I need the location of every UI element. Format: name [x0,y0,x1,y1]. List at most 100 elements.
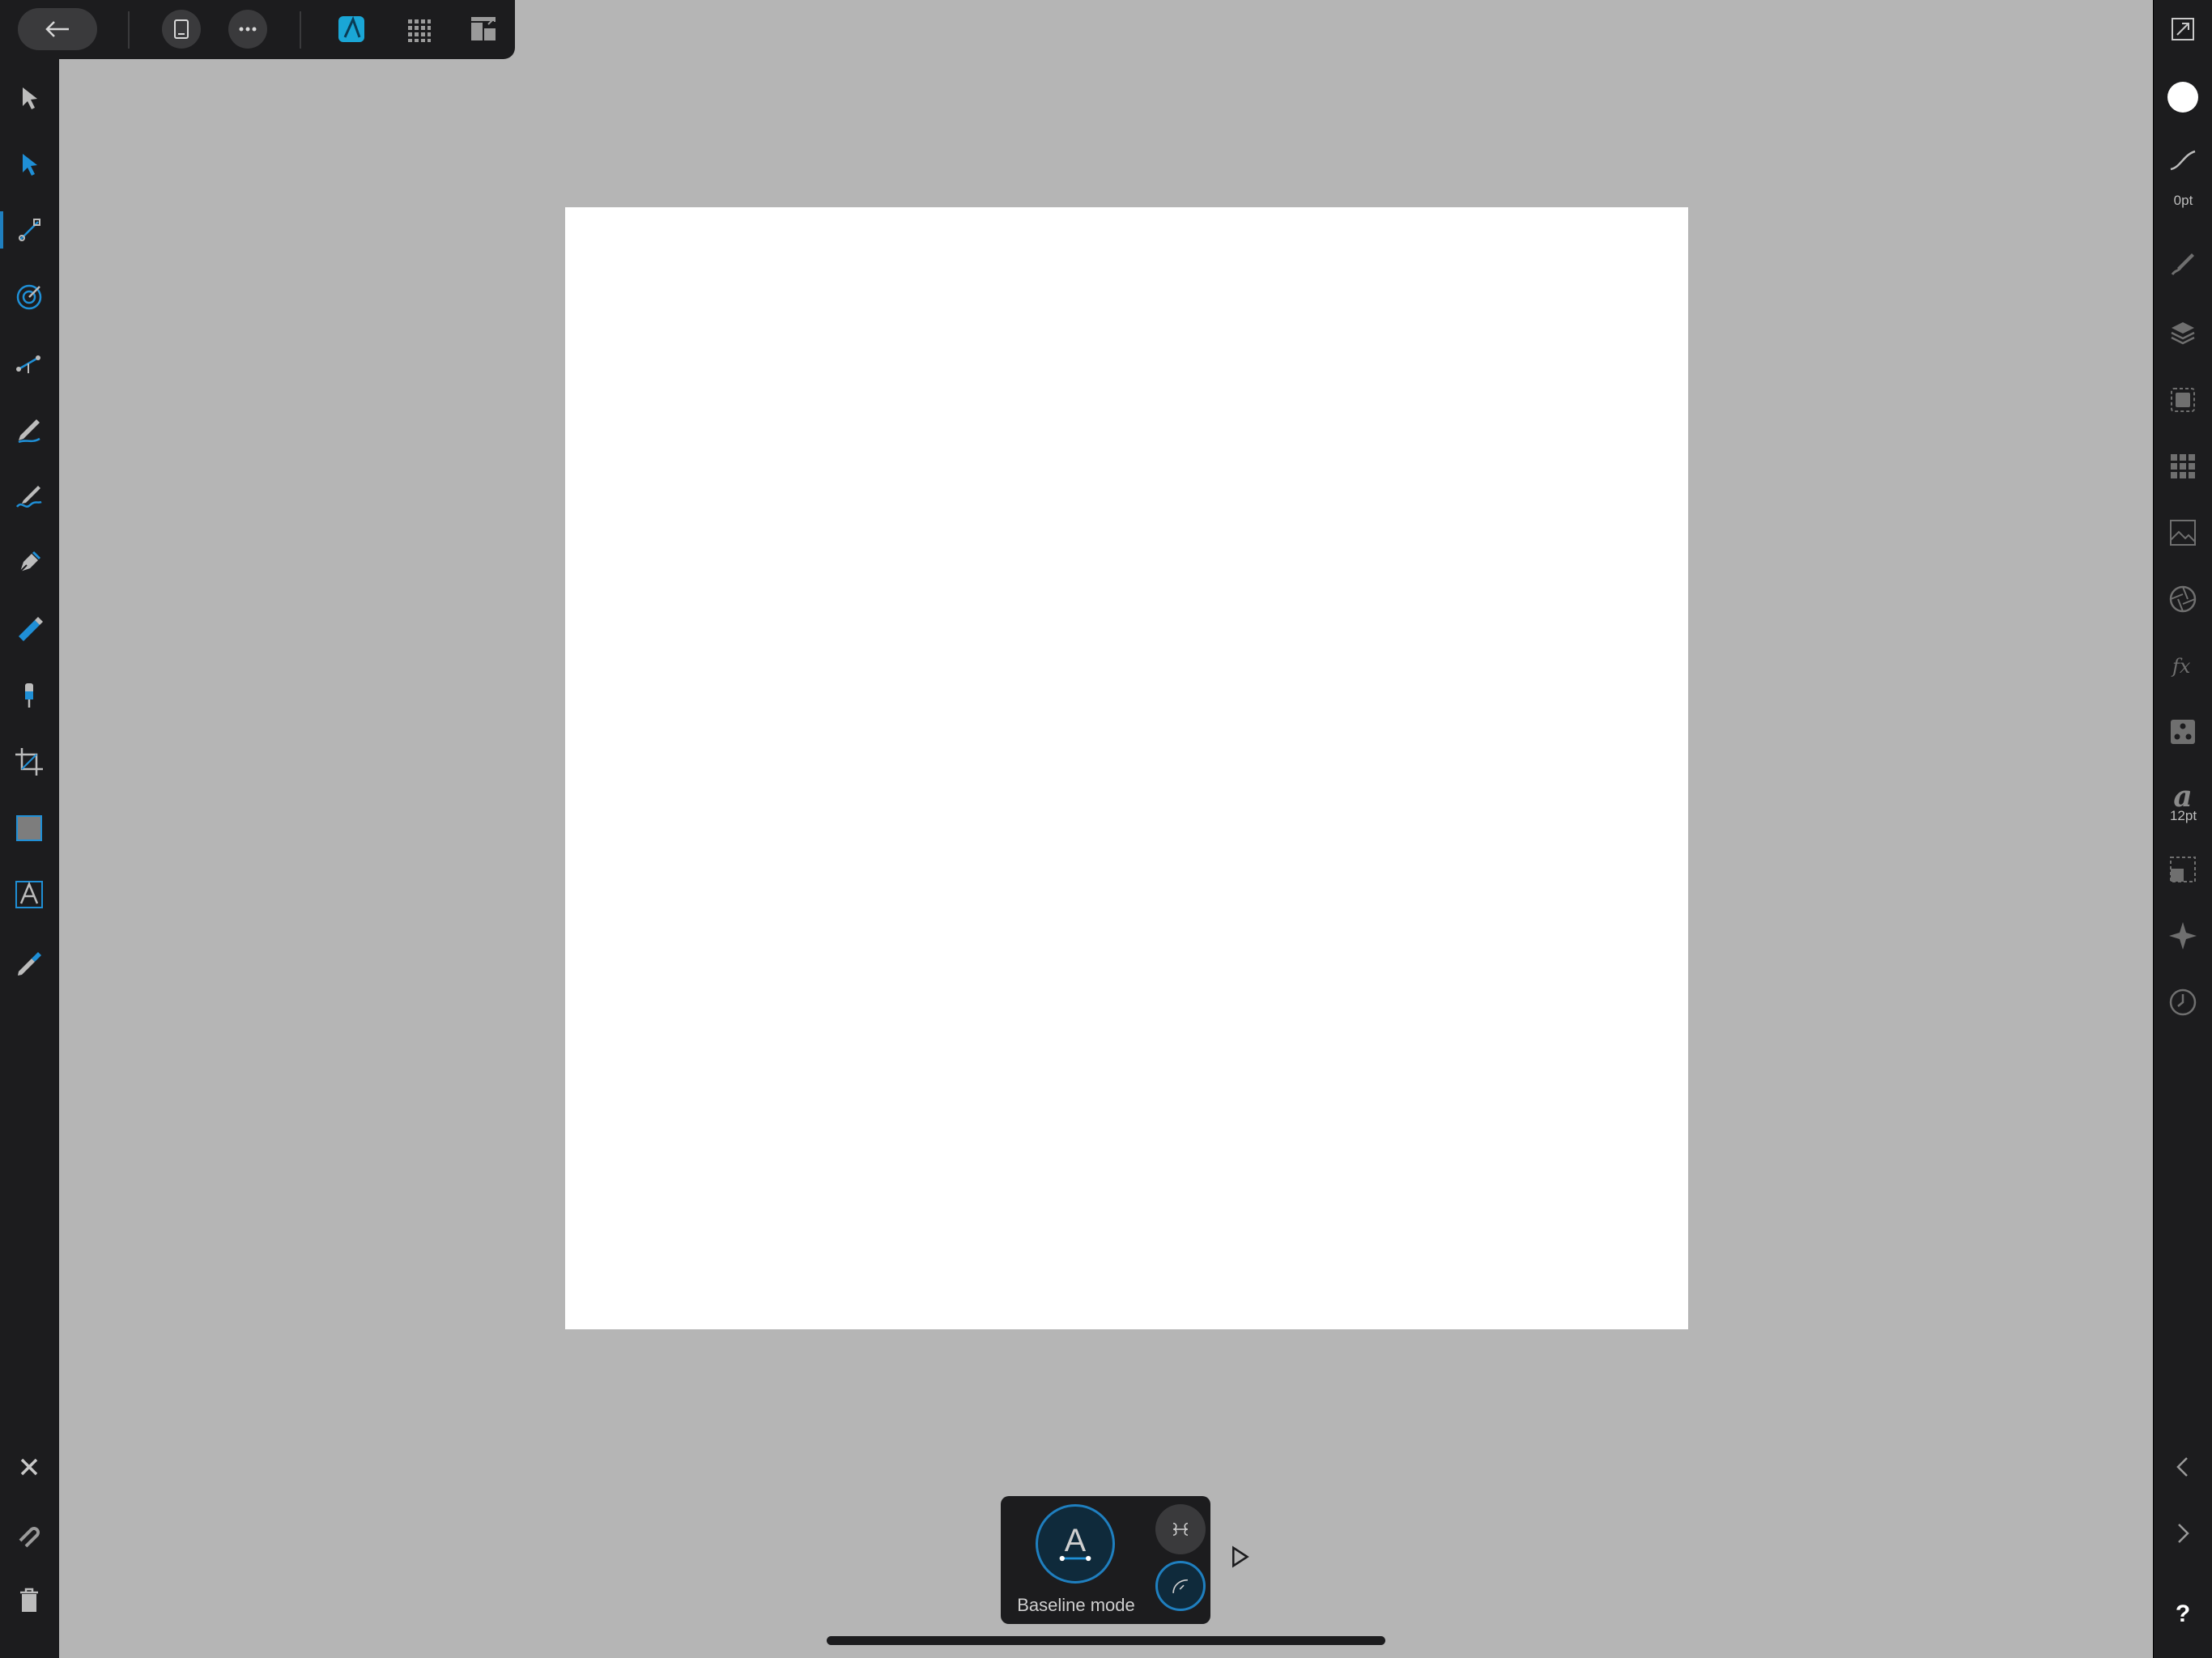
stroke-button[interactable] [2162,139,2204,181]
artistic-text-tool[interactable] [8,874,50,916]
snapping-icon [19,1527,40,1548]
context-toolbar: A Baseline mode [1001,1496,1210,1624]
brushes-button[interactable] [2162,243,2204,285]
corner-tool-icon [19,219,40,241]
brush-icon [2171,253,2194,275]
studio-panel: 0pt fx a 12pt ? [2153,0,2212,1658]
chevron-right-icon [2178,1524,2189,1543]
fill-color-well[interactable] [2162,76,2204,118]
fill-tool[interactable] [8,608,50,650]
image-icon [2170,520,2196,546]
close-button[interactable] [8,1446,50,1488]
history-icon [2169,988,2197,1016]
navigator-button[interactable] [2162,915,2204,957]
pixel-persona-button[interactable] [394,6,441,53]
node-tool-icon [23,154,37,176]
adjustments-button[interactable] [2162,578,2204,620]
history-button[interactable] [2162,981,2204,1023]
point-transform-tool[interactable] [8,276,50,318]
undo-button[interactable] [2162,1446,2204,1488]
swatches-icon [2171,454,2195,478]
more-icon [239,27,257,32]
transparency-tool-icon [25,683,33,708]
path-icon [1172,1579,1188,1593]
move-tool-icon [23,87,37,109]
main-glyph: A [1065,1523,1087,1558]
top-toolbar [0,0,515,59]
back-button[interactable] [18,8,97,50]
toggle-panels-button[interactable] [2162,8,2204,50]
mode-label: Baseline mode [1017,1595,1135,1615]
vector-brush-icon [16,486,42,508]
flow-icon [1172,1522,1189,1537]
assets-button[interactable] [2162,512,2204,554]
play-icon [1232,1545,1249,1568]
artistic-text-tool-icon [15,881,43,908]
svg-text:fx: fx [2171,655,2191,678]
effects-button[interactable]: fx [2162,644,2204,687]
tools-panel [0,59,59,1658]
styles-button[interactable] [2162,711,2204,753]
help-icon: ? [2175,1601,2191,1627]
vector-crop-tool[interactable] [8,342,50,385]
rectangle-tool-icon [16,815,42,841]
vector-brush-tool[interactable] [8,475,50,517]
pencil-tool-icon [18,419,40,444]
transparency-tool[interactable] [8,674,50,716]
vector-crop-icon [16,355,40,373]
stroke-icon [2170,150,2196,171]
divider [128,11,130,49]
color-picker-tool[interactable] [8,940,50,982]
crop-tool-icon [15,748,43,776]
help-button[interactable]: ? [2162,1593,2204,1635]
fill-tool-icon [19,617,43,641]
layers-button[interactable] [2162,312,2204,354]
export-persona-icon [471,17,496,40]
font-size-label: 12pt [2169,808,2197,823]
delete-button[interactable] [8,1579,50,1621]
swatches-button[interactable] [2162,445,2204,487]
pixel-persona-icon [408,19,431,42]
document-button[interactable] [162,10,201,49]
artboard[interactable] [565,207,1688,1329]
expand-icon [2172,18,2194,40]
baseline-text-icon: A [1059,1523,1091,1562]
redo-button[interactable] [2162,1512,2204,1554]
rectangle-tool[interactable] [8,807,50,849]
pen-tool-icon [19,551,41,572]
crop-tool[interactable] [8,741,50,783]
move-tool[interactable] [8,77,50,119]
layers-icon [2171,322,2195,345]
transform-button[interactable] [2162,848,2204,891]
pen-tool[interactable] [8,542,50,584]
designer-persona-button[interactable] [328,6,375,53]
divider [300,11,301,49]
fill-color-swatch [2167,82,2198,113]
selection-icon [2171,388,2195,412]
delete-icon [20,1588,38,1612]
path-mode-button[interactable] [1155,1561,1206,1611]
export-persona-button[interactable] [460,6,507,53]
back-arrow-icon [45,21,69,37]
color-picker-tool-icon [18,952,41,976]
aperture-icon [2169,585,2197,613]
node-tool[interactable] [8,143,50,185]
active-tool-indicator [0,211,3,249]
fx-icon: fx [2171,655,2191,678]
stroke-width-label: 0pt [2173,193,2193,208]
document-icon [174,19,189,39]
appearance-button[interactable] [2162,379,2204,421]
baseline-mode-button[interactable]: A [1036,1504,1115,1584]
designer-persona-icon [338,16,364,42]
snapping-button[interactable] [8,1512,50,1554]
expand-context-button[interactable] [1223,1540,1257,1574]
flow-mode-button[interactable] [1155,1504,1206,1554]
styles-icon [2171,720,2195,744]
pencil-tool[interactable] [8,409,50,451]
more-button[interactable] [228,10,267,49]
compass-icon [2169,922,2197,950]
point-transform-tool-icon [16,284,42,310]
chevron-left-icon [2176,1457,2188,1477]
close-icon [20,1458,38,1476]
corner-tool[interactable] [8,210,50,252]
